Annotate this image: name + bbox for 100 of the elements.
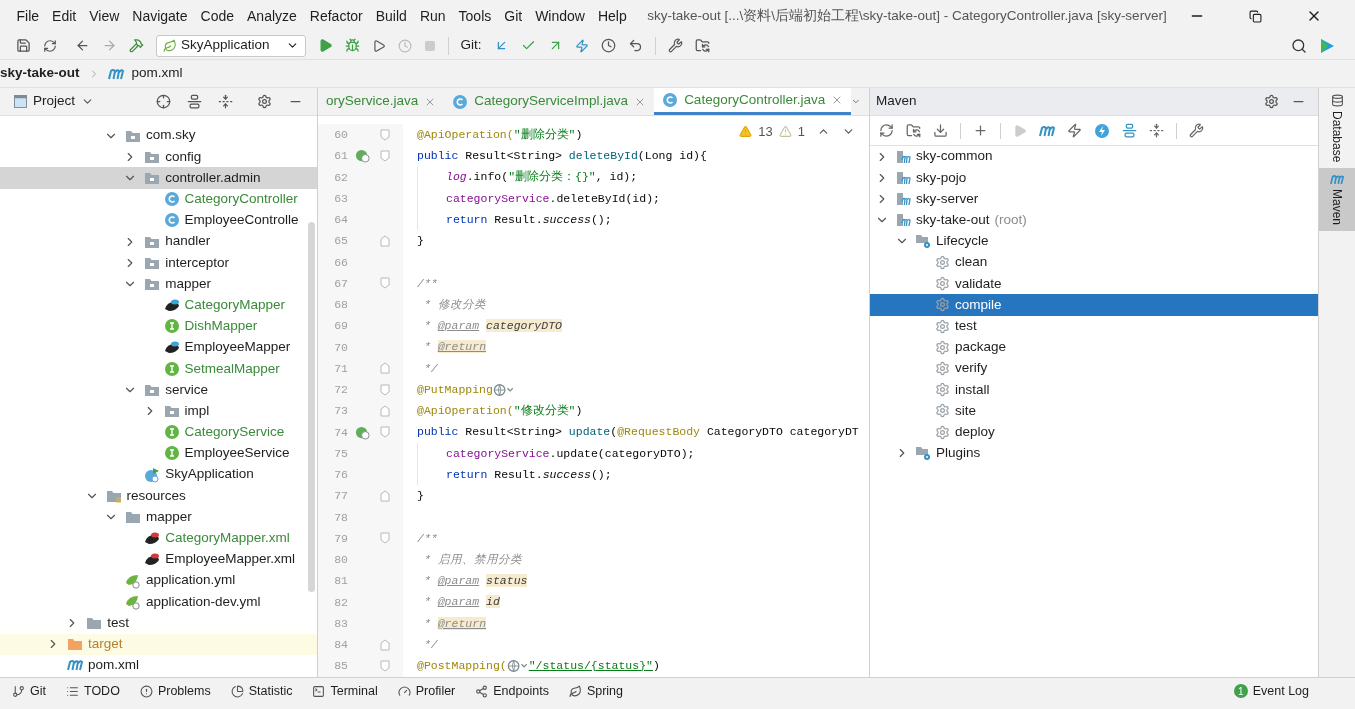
tree-item[interactable]: com.sky bbox=[0, 125, 317, 147]
rollback-icon[interactable] bbox=[627, 38, 643, 53]
tree-item[interactable]: DishMapper bbox=[0, 315, 317, 337]
weak-warning-count[interactable]: 1 bbox=[797, 122, 805, 142]
merge-icon[interactable] bbox=[574, 38, 589, 53]
show-dependencies-icon[interactable] bbox=[1122, 123, 1137, 138]
history-icon[interactable] bbox=[600, 38, 616, 53]
tree-item[interactable]: mapper bbox=[0, 273, 317, 295]
breadcrumb-item[interactable]: sky-take-out bbox=[0, 63, 80, 84]
collapse-all-icon[interactable] bbox=[218, 94, 233, 109]
menu-item[interactable]: Edit bbox=[45, 5, 83, 27]
tree-item[interactable]: SetmealMapper bbox=[0, 358, 317, 380]
maven-tree-item[interactable]: clean bbox=[870, 251, 1318, 274]
menu-item[interactable]: Tools bbox=[452, 5, 498, 27]
tree-item[interactable]: SkyApplication bbox=[0, 464, 317, 486]
side-tab[interactable]: Database bbox=[1319, 88, 1355, 169]
maven-tree-item[interactable]: install bbox=[870, 379, 1318, 401]
menu-item[interactable]: Git bbox=[497, 5, 529, 27]
menu-item[interactable]: Navigate bbox=[125, 5, 195, 27]
tree-item[interactable]: pom.xml bbox=[0, 654, 317, 676]
expand-all-icon[interactable] bbox=[187, 94, 202, 109]
event-log-button[interactable]: 1 Event Log bbox=[1233, 681, 1309, 701]
menu-item[interactable]: File bbox=[10, 5, 46, 27]
tool-window-button[interactable]: Git bbox=[12, 681, 46, 701]
toggle-offline-icon[interactable] bbox=[1067, 123, 1082, 138]
menu-item[interactable]: Analyze bbox=[240, 5, 304, 27]
breadcrumb-item[interactable]: pom.xml bbox=[131, 63, 183, 84]
debug-icon[interactable] bbox=[344, 38, 360, 53]
tree-item[interactable]: EmployeeMapper.xml bbox=[0, 548, 317, 570]
maven-tree-item[interactable]: compile bbox=[870, 294, 1318, 316]
menu-item[interactable]: Refactor bbox=[303, 5, 370, 27]
tree-item[interactable]: impl bbox=[0, 400, 317, 422]
folder-icon[interactable] bbox=[694, 38, 710, 53]
hammer-icon[interactable] bbox=[129, 38, 144, 53]
maven-tree-item[interactable]: validate bbox=[870, 273, 1318, 295]
tree-item[interactable]: mapper bbox=[0, 506, 317, 528]
coverage-icon[interactable] bbox=[371, 38, 386, 53]
menu-item[interactable]: Code bbox=[194, 5, 241, 27]
save-icon[interactable] bbox=[16, 38, 31, 53]
maven-tree-item[interactable]: sky-pojo bbox=[870, 167, 1318, 189]
tree-item[interactable]: config bbox=[0, 146, 317, 168]
tree-item[interactable]: EmployeeControlle bbox=[0, 209, 317, 231]
reload-icon[interactable] bbox=[879, 123, 894, 138]
scrollbar[interactable] bbox=[308, 222, 315, 592]
generate-sources-icon[interactable] bbox=[906, 123, 921, 138]
locate-icon[interactable] bbox=[156, 94, 171, 109]
maven-tree-item[interactable]: package bbox=[870, 336, 1318, 358]
menu-item[interactable]: View bbox=[82, 5, 126, 27]
tree-item[interactable]: interceptor bbox=[0, 252, 317, 274]
maven-tree-item[interactable]: sky-take-out (root) bbox=[870, 209, 1318, 231]
maven-tree-item[interactable]: Plugins bbox=[870, 442, 1318, 464]
globe-icon[interactable] bbox=[492, 382, 515, 397]
editor-tab[interactable]: oryService.java bbox=[318, 88, 445, 115]
maven-tree-item[interactable]: site bbox=[870, 400, 1318, 422]
wrench-icon[interactable] bbox=[667, 38, 683, 53]
globe-icon[interactable] bbox=[506, 658, 529, 673]
run-config-dropdown[interactable]: SkyApplication bbox=[156, 34, 306, 57]
maven-tree-item[interactable]: sky-server bbox=[870, 188, 1318, 210]
side-tab[interactable]: Maven bbox=[1319, 168, 1355, 232]
tree-item[interactable]: application-dev.yml bbox=[0, 591, 317, 613]
wrench-icon[interactable] bbox=[1189, 123, 1204, 138]
back-icon[interactable] bbox=[75, 38, 90, 53]
menu-item[interactable]: Build bbox=[369, 5, 414, 27]
tree-item[interactable]: CategoryController bbox=[0, 188, 317, 210]
sync-icon[interactable] bbox=[43, 38, 57, 53]
maven-tree-item[interactable]: test bbox=[870, 315, 1318, 337]
maven-tree-item[interactable]: sky-common bbox=[870, 146, 1318, 168]
web-endpoint-icon[interactable] bbox=[355, 148, 370, 164]
search-icon[interactable] bbox=[1291, 37, 1307, 54]
tree-item[interactable]: resources bbox=[0, 485, 317, 507]
tree-item[interactable]: CategoryService bbox=[0, 421, 317, 443]
tool-window-button[interactable]: Statistic bbox=[230, 681, 293, 701]
menu-item[interactable]: Help bbox=[591, 5, 634, 27]
warning-count[interactable]: 13 bbox=[758, 122, 773, 142]
tool-window-button[interactable]: Profiler bbox=[397, 681, 456, 701]
download-icon[interactable] bbox=[933, 123, 948, 138]
tree-item[interactable]: CategoryMapper bbox=[0, 294, 317, 316]
run-icon[interactable] bbox=[317, 38, 333, 53]
tree-item[interactable]: controller.admin bbox=[0, 167, 317, 189]
collapse-all-icon[interactable] bbox=[1149, 123, 1164, 138]
tool-window-button[interactable]: Problems bbox=[139, 681, 211, 701]
add-icon[interactable] bbox=[973, 123, 988, 138]
editor-tab[interactable]: CategoryController.java bbox=[654, 88, 852, 115]
tree-item[interactable]: EmployeeService bbox=[0, 442, 317, 464]
tool-window-button[interactable]: Endpoints bbox=[475, 681, 549, 701]
maven-tree-item[interactable]: Lifecycle bbox=[870, 230, 1318, 252]
settings-icon[interactable] bbox=[257, 94, 272, 109]
maven-tree-item[interactable]: verify bbox=[870, 357, 1318, 380]
tool-window-button[interactable]: Terminal bbox=[312, 681, 378, 701]
settings-icon[interactable] bbox=[1264, 94, 1279, 109]
restore-icon[interactable] bbox=[1248, 9, 1262, 23]
skip-tests-icon[interactable] bbox=[1094, 122, 1110, 139]
web-endpoint-icon[interactable] bbox=[355, 424, 370, 440]
tree-item[interactable]: CategoryMapper.xml bbox=[0, 527, 317, 549]
tree-item[interactable]: EmployeeMapper bbox=[0, 336, 317, 359]
panel-title[interactable]: Project bbox=[33, 91, 76, 112]
maven-tree-item[interactable]: deploy bbox=[870, 421, 1318, 443]
tool-window-button[interactable]: TODO bbox=[66, 681, 120, 701]
menu-item[interactable]: Window bbox=[528, 5, 592, 27]
menu-item[interactable]: Run bbox=[413, 5, 453, 27]
